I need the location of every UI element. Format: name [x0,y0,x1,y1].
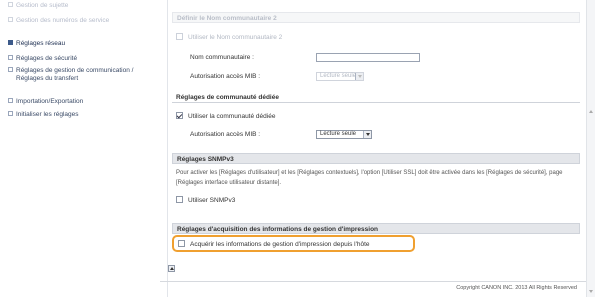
sidebar-nav: Gestion de sujette Gestion des numéros d… [0,0,160,297]
sidebar-item-label: Importation/Exportation [16,98,84,105]
sidebar-item-reset-settings[interactable]: Initialiser les réglages [8,111,156,119]
snmpv3-section-header: Réglages SNMPv3 [172,153,580,164]
community-name-input[interactable] [316,53,420,62]
community2-mib-select[interactable]: Lecture seule [316,72,364,81]
bullet-icon [8,67,13,72]
sidebar-item-security-settings[interactable]: Réglages de sécurité [8,55,156,63]
chevron-down-icon [363,131,371,138]
dedicated-mib-select[interactable]: Lecture seule [316,130,372,139]
sidebar-item-jobs[interactable]: Gestion de sujette [8,2,156,10]
community2-mib-value: Lecture seule [320,73,357,79]
sidebar-item-service-numbers[interactable]: Gestion des numéros de service [8,17,156,25]
acquire-print-info-checkbox[interactable] [178,240,185,247]
sidebar-item-label: Réglages de gestion de communication / R… [16,67,134,82]
page-scrollbar[interactable] [586,0,595,297]
scroll-down-icon[interactable] [589,290,593,293]
sidebar-item-label: Gestion de sujette [16,2,69,9]
bullet-icon [8,111,13,116]
sidebar-item-import-export[interactable]: Importation/Exportation [8,98,156,106]
sidebar-item-label: Réglages de sécurité [16,55,78,62]
footer-divider [160,281,595,282]
sidebar-item-label: Initialiser les réglages [16,111,79,118]
acquire-print-info-label: Acquérir les informations de gestion d'i… [190,241,370,248]
use-snmpv3-checkbox[interactable] [176,196,183,203]
community2-section-header: Définir le Nom communautaire 2 [172,12,580,23]
bullet-icon [8,2,13,7]
dedicated-mib-value: Lecture seule [320,131,357,137]
use-community2-option[interactable]: Utiliser le Nom communautaire 2 [176,33,282,42]
sidebar-item-communication-settings[interactable]: Réglages de gestion de communication / R… [8,67,156,83]
scroll-up-icon[interactable] [589,110,593,113]
scroll-top-icon[interactable] [168,265,175,272]
bullet-icon [8,55,13,60]
community2-mib-label: Autorisation accès MIB : [190,73,261,80]
copyright-text: Copyright CANON INC. 2013 All Rights Res… [456,285,577,291]
bullet-icon [8,40,13,45]
use-dedicated-community-option[interactable]: Utiliser la communauté dédiée [176,112,275,121]
use-community2-checkbox[interactable] [176,33,183,40]
use-dedicated-community-label: Utiliser la communauté dédiée [188,113,276,120]
acquire-print-info-option[interactable]: Acquérir les informations de gestion d'i… [178,240,370,249]
community-name-label: Nom communautaire : [190,54,254,61]
bullet-icon [8,17,13,22]
chevron-down-icon [355,73,363,80]
use-snmpv3-label: Utiliser SNMPv3 [188,197,236,204]
snmpv3-description: Pour activer les [Réglages d'utilisateur… [176,170,563,186]
bullet-icon [8,98,13,103]
use-dedicated-community-checkbox[interactable] [176,112,183,119]
use-snmpv3-option[interactable]: Utiliser SNMPv3 [176,196,235,205]
sidebar-item-label: Réglages réseau [16,40,66,47]
sidebar-item-network-settings[interactable]: Réglages réseau [8,40,156,48]
use-community2-label: Utiliser le Nom communautaire 2 [188,34,283,41]
dedicated-community-section-header: Réglages de communauté dédiée [172,92,580,103]
settings-panel: Définir le Nom communautaire 2 Utiliser … [167,0,583,297]
sidebar-item-label: Gestion des numéros de service [16,17,110,24]
print-management-section-header: Réglages d'acquisition des informations … [172,223,580,234]
dedicated-mib-label: Autorisation accès MIB : [190,131,261,138]
